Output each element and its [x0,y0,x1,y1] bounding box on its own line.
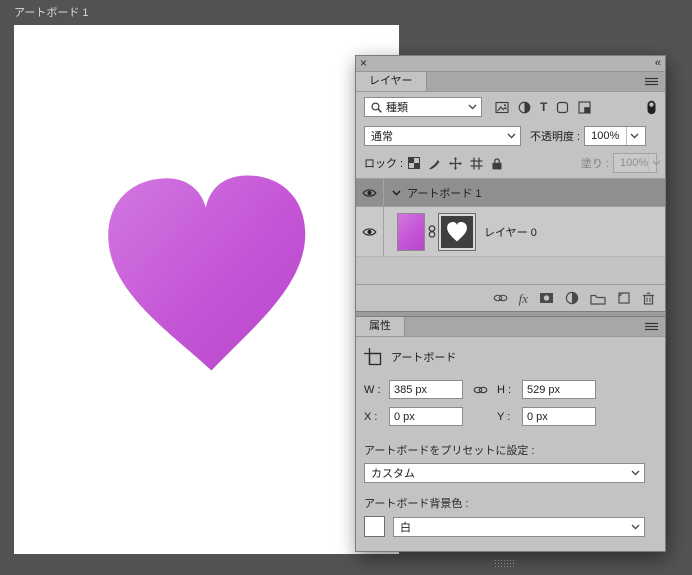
lock-row: ロック : 塗り: 100% [356,150,665,176]
artboard-canvas[interactable] [14,25,399,554]
y-input[interactable] [522,407,596,426]
chevron-down-icon [648,154,663,172]
height-input[interactable] [522,380,596,399]
chevron-down-icon [464,104,477,110]
background-color-swatch[interactable] [364,516,385,537]
panel-header: × « [356,56,665,72]
layer-name[interactable]: レイヤー 0 [484,224,537,240]
delete-layer-icon[interactable] [642,291,655,305]
preset-value: カスタム [371,468,415,480]
lock-label: ロック : [364,158,404,170]
blend-mode-value: 通常 [371,131,393,143]
layers-list: アートボード 1 レイヤー 0 [356,178,665,284]
filter-kind-value: 種類 [386,102,408,114]
dimension-link-icon[interactable] [463,385,497,395]
background-color-label: アートボード背景色 : [364,498,469,510]
filter-type-icons: T [495,100,591,114]
mask-link-icon[interactable] [428,225,436,238]
width-label: W : [364,383,381,396]
height-label: H : [497,383,512,396]
new-layer-icon[interactable] [617,291,631,305]
layer-thumbnail[interactable] [397,212,425,251]
chevron-down-icon [626,127,641,145]
new-group-icon[interactable] [590,292,606,305]
photoshop-workspace: アートボード 1 × « レイヤー 種類 T 通常 不透明度: 100% ロッ… [0,0,692,575]
layers-tabbar: レイヤー [356,72,665,92]
eye-icon [362,188,377,197]
smart-object-filter-icon[interactable] [578,100,591,114]
artboard-icon [364,348,382,366]
x-input[interactable] [389,407,463,426]
object-type-row: アートボード [364,346,645,368]
chevron-down-icon [503,133,516,139]
fill-select: 100% [613,153,661,173]
tab-properties[interactable]: 属性 [356,317,405,336]
opacity-value: 100% [591,130,620,142]
blend-mode-row: 通常 不透明度 : 100% [356,122,665,150]
preset-label: アートボードをプリセットに設定 : [364,445,535,457]
layer-row-layer0[interactable]: レイヤー 0 [356,207,665,257]
visibility-toggle[interactable] [356,179,384,206]
panel-collapse-button[interactable]: « [655,56,661,70]
background-color-select[interactable]: 白 [393,516,645,537]
layers-properties-panel: × « レイヤー 種類 T 通常 不透明度: 100% ロック: 塗り: … [355,55,666,567]
blend-mode-select[interactable]: 通常 [364,126,521,146]
heart-graphic [108,175,306,371]
preset-select[interactable]: カスタム [364,463,645,483]
type-layer-filter-icon[interactable]: T [540,101,547,113]
artboard-title-label[interactable]: アートボード 1 [14,4,89,20]
layers-list-empty-area[interactable] [356,257,665,284]
link-layers-icon[interactable] [493,291,508,305]
x-label: X : [364,410,378,423]
background-color-row: 白 [364,516,645,537]
layers-footer-toolbar: fx [356,284,665,311]
lock-artboard-nesting-icon[interactable] [470,157,483,170]
lock-position-icon[interactable] [449,156,463,170]
properties-panel-menu-icon[interactable] [638,317,665,336]
layer-row-artboard[interactable]: アートボード 1 [356,179,665,207]
fill-value: 100% [620,157,649,169]
opacity-label: 不透明度 : [530,131,581,143]
opacity-select[interactable]: 100% [584,126,647,146]
layer-name[interactable]: アートボード 1 [407,185,482,201]
chevron-down-icon [627,470,640,476]
layer-filtering-toggle-icon[interactable] [646,100,657,115]
lock-icons [408,156,503,170]
layers-panel-menu-icon[interactable] [638,72,665,91]
chevron-down-icon [627,524,640,530]
lock-transparency-icon[interactable] [408,157,421,169]
wh-row: W : H : [364,380,645,399]
panel-resize-grip[interactable] [494,559,515,567]
layer-style-fx-icon[interactable]: fx [519,292,528,305]
heart-shape-layer [96,167,320,375]
xy-row: X : Y : [364,407,645,426]
y-label: Y : [497,410,511,423]
mask-thumbnail[interactable] [439,213,475,250]
visibility-toggle[interactable] [356,207,384,256]
lock-all-icon[interactable] [491,157,503,170]
shape-layer-filter-icon[interactable] [556,101,569,114]
filter-kind-select[interactable]: 種類 [364,97,482,117]
expand-chevron-icon[interactable] [392,190,401,196]
layer-filter-row: 種類 T [356,92,665,122]
add-layer-mask-icon[interactable] [539,291,554,305]
adjustment-layer-filter-icon[interactable] [518,101,531,114]
properties-body: アートボード W : H : X : Y : [356,346,665,567]
pixel-layer-filter-icon[interactable] [495,101,509,114]
properties-tabbar: 属性 [356,317,665,337]
search-icon [371,101,382,113]
background-color-value: 白 [400,521,411,534]
object-type-label: アートボード [391,352,457,364]
fill-label: 塗り : [580,158,609,170]
lock-pixels-icon[interactable] [428,157,441,170]
width-input[interactable] [389,380,463,399]
eye-icon [362,227,377,236]
tab-layers[interactable]: レイヤー [356,72,427,91]
new-adjustment-layer-icon[interactable] [565,291,579,305]
panel-close-button[interactable]: × [360,56,367,70]
